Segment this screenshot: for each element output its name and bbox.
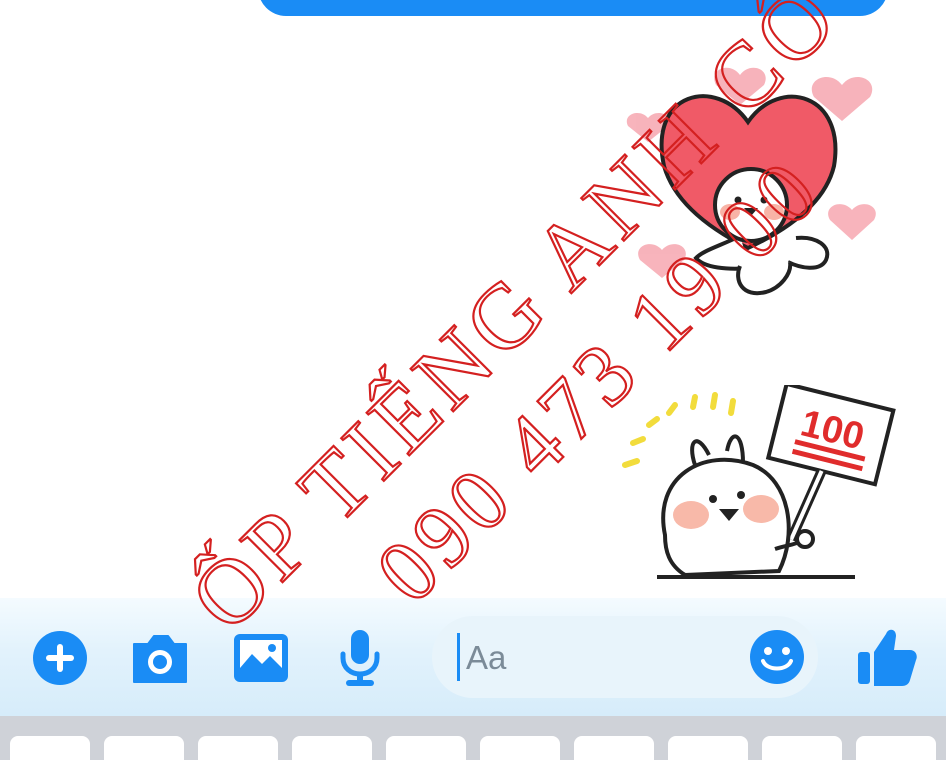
keyboard-key[interactable] <box>574 736 654 760</box>
camera-icon-glyph <box>133 635 187 683</box>
keyboard-top-row <box>0 716 946 760</box>
thumbs-up-icon-glyph <box>858 629 917 686</box>
keyboard-key[interactable] <box>198 736 278 760</box>
keyboard-key[interactable] <box>480 736 560 760</box>
message-placeholder: Aa <box>466 639 507 676</box>
heart-sticker[interactable] <box>620 40 910 310</box>
message-input[interactable]: Aa <box>432 616 818 698</box>
plus-icon-glyph <box>33 631 87 685</box>
microphone-icon-glyph <box>340 630 380 686</box>
sent-message-bubble[interactable] <box>258 0 888 16</box>
emoji-icon-glyph <box>750 630 804 684</box>
keyboard-key[interactable] <box>292 736 372 760</box>
score-100-sticker-art: 100 <box>622 381 896 579</box>
keyboard-key[interactable] <box>856 736 936 760</box>
gallery-icon-glyph <box>234 634 288 682</box>
score-100-sticker[interactable]: 100 <box>615 381 905 585</box>
gallery-icon[interactable] <box>232 630 290 686</box>
thumbs-up-icon[interactable] <box>856 624 918 688</box>
camera-icon[interactable] <box>130 630 190 686</box>
emoji-icon[interactable] <box>748 628 806 686</box>
text-cursor <box>457 633 460 681</box>
keyboard-key[interactable] <box>104 736 184 760</box>
messenger-chat-screen: 100 Aa ỐP TIẾNG ANH CÔ 090 473 19 00 <box>0 0 946 760</box>
keyboard-key[interactable] <box>762 736 842 760</box>
plus-icon[interactable] <box>32 630 88 686</box>
keyboard-key[interactable] <box>10 736 90 760</box>
heart-sticker-art <box>626 67 876 296</box>
microphone-icon[interactable] <box>335 628 385 688</box>
keyboard-key[interactable] <box>668 736 748 760</box>
keyboard-key[interactable] <box>386 736 466 760</box>
